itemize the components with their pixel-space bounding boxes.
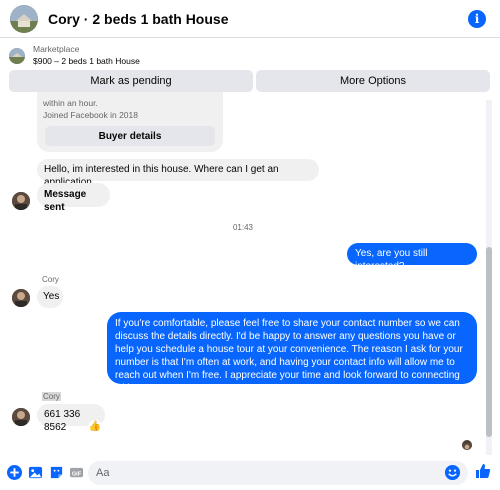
more-options-button[interactable]: More Options (256, 70, 490, 92)
conversation-title[interactable]: Cory · 2 beds 1 bath House (48, 11, 228, 27)
avatar[interactable] (12, 289, 30, 307)
emoji-icon[interactable] (444, 464, 461, 481)
mark-as-pending-button[interactable]: Mark as pending (9, 70, 253, 92)
message-composer: GIF Aa (0, 455, 500, 490)
message-input[interactable]: Aa (88, 461, 468, 485)
marketplace-label: Marketplace (33, 44, 80, 54)
message-bubble-outgoing[interactable]: Yes, are you still interested? (347, 243, 477, 272)
message-timestamp: 01:43 (232, 223, 254, 232)
like-icon[interactable] (474, 462, 492, 480)
listing-avatar[interactable] (10, 4, 38, 33)
conversation-header: Cory · 2 beds 1 bath House i (0, 0, 500, 38)
listing-title: $900 – 2 beds 1 bath House (33, 56, 140, 66)
reaction-like-icon[interactable]: 👍 (88, 420, 102, 434)
response-time-text: within an hour. (43, 98, 98, 108)
plus-icon[interactable] (6, 464, 22, 480)
seller-info-card: within an hour. Joined Facebook in 2018 … (37, 92, 223, 152)
joined-date-text: Joined Facebook in 2018 (43, 110, 138, 120)
listing-thumbnail (9, 47, 25, 64)
photo-icon[interactable] (27, 464, 43, 480)
gif-icon[interactable]: GIF (68, 464, 84, 480)
buyer-details-button[interactable]: Buyer details (45, 126, 215, 146)
sender-name: Cory (42, 392, 61, 401)
sender-name: Cory (42, 275, 59, 284)
scrollbar-thumb[interactable] (486, 247, 492, 437)
seen-avatar (462, 440, 472, 450)
marketplace-banner: Marketplace $900 – 2 beds 1 bath House M… (0, 38, 500, 100)
listing-summary[interactable]: Marketplace $900 – 2 beds 1 bath House (9, 44, 140, 67)
info-icon[interactable]: i (468, 10, 486, 28)
messenger-window: Cory · 2 beds 1 bath House i Marketplace… (0, 0, 500, 490)
avatar[interactable] (12, 192, 30, 210)
message-bubble-outgoing[interactable]: If you're comfortable, please feel free … (107, 312, 477, 394)
svg-text:GIF: GIF (71, 471, 81, 477)
message-bubble-incoming[interactable]: Hello, im interested in this house. Wher… (37, 159, 319, 188)
message-bubble-incoming[interactable]: Yes (37, 286, 63, 308)
message-bubble-incoming[interactable]: Message sent (37, 183, 110, 213)
avatar[interactable] (12, 408, 30, 426)
sticker-icon[interactable] (48, 464, 64, 480)
